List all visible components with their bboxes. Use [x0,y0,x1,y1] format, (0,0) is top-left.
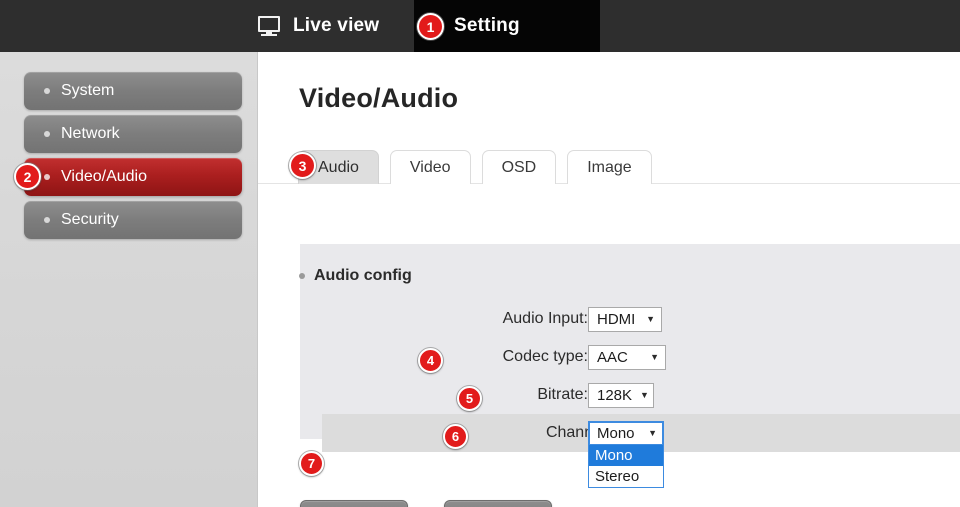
callout-badge-4: 4 [418,348,443,373]
bullet-icon [44,174,50,180]
codec-type-value: AAC [597,349,628,366]
page-title: Video/Audio [299,83,458,114]
sidebar-item-label: Network [61,125,120,143]
channel-option-mono[interactable]: Mono [589,445,663,466]
channel-select[interactable]: Mono ▼ [588,421,664,446]
bullet-icon [44,217,50,223]
audio-input-value: HDMI [597,311,635,328]
sidebar-item-security[interactable]: Security [24,201,242,239]
section-title: Audio config [314,267,412,285]
main-content: Video/Audio Audio Video OSD Image 3 Audi… [258,52,960,507]
callout-badge-3: 3 [289,152,316,179]
save-button[interactable]: Save [300,500,408,507]
audio-input-select[interactable]: HDMI ▼ [588,307,662,332]
tab-video[interactable]: Video [390,150,471,184]
nav-item-live-view[interactable]: Live view [258,0,379,52]
top-navigation-bar: Live view Setting 1 [0,0,960,52]
sidebar-item-video-audio[interactable]: Video/Audio [24,158,242,196]
bullet-icon [299,273,305,279]
tab-label: Audio [318,159,359,177]
callout-badge-1: 1 [417,13,444,40]
codec-type-select[interactable]: AAC ▼ [588,345,666,370]
bitrate-label: Bitrate: [537,386,588,404]
field-row-channel: Channel: Mono ▼ Mono Stereo [322,414,960,452]
tab-image[interactable]: Image [567,150,651,184]
sidebar-item-system[interactable]: System [24,72,242,110]
callout-badge-2: 2 [14,163,41,190]
bullet-icon [44,88,50,94]
nav-live-view-label: Live view [293,15,379,37]
callout-badge-6: 6 [443,424,468,449]
tab-osd[interactable]: OSD [482,150,557,184]
tab-label: OSD [502,159,537,177]
callout-badge-7: 7 [299,451,324,476]
sidebar-item-label: Security [61,211,119,229]
tab-label: Video [410,159,451,177]
channel-option-stereo[interactable]: Stereo [589,466,663,487]
channel-value: Mono [597,425,635,442]
sidebar-item-network[interactable]: Network [24,115,242,153]
chevron-down-icon: ▼ [646,315,655,324]
chevron-down-icon: ▼ [648,429,657,438]
bitrate-value: 128K [597,387,632,404]
bitrate-select[interactable]: 128K ▼ [588,383,654,408]
section-heading-audio-config: Audio config [299,267,412,285]
field-row-codec-type: Codec type: AAC ▼ [300,338,960,376]
callout-badge-5: 5 [457,386,482,411]
field-row-audio-input: Audio Input: HDMI ▼ [300,300,960,338]
bullet-icon [44,131,50,137]
chevron-down-icon: ▼ [650,353,659,362]
sidebar: System Network Video/Audio Security 2 [0,52,258,507]
codec-type-label: Codec type: [503,348,588,366]
sidebar-item-label: Video/Audio [61,168,147,186]
chevron-down-icon: ▼ [640,391,649,400]
form-actions: Save Reset [300,500,552,507]
audio-input-label: Audio Input: [503,310,588,328]
tab-bar: Audio Video OSD Image [298,150,652,184]
reset-button[interactable]: Reset [444,500,552,507]
tab-label: Image [587,159,631,177]
field-row-bitrate: Bitrate: 128K ▼ [300,376,960,414]
app-root: Live view Setting 1 System Network Video… [0,0,960,507]
monitor-icon [258,16,280,37]
nav-setting-label: Setting [454,15,520,37]
sidebar-item-label: System [61,82,114,100]
channel-dropdown-list[interactable]: Mono Stereo [588,445,664,488]
